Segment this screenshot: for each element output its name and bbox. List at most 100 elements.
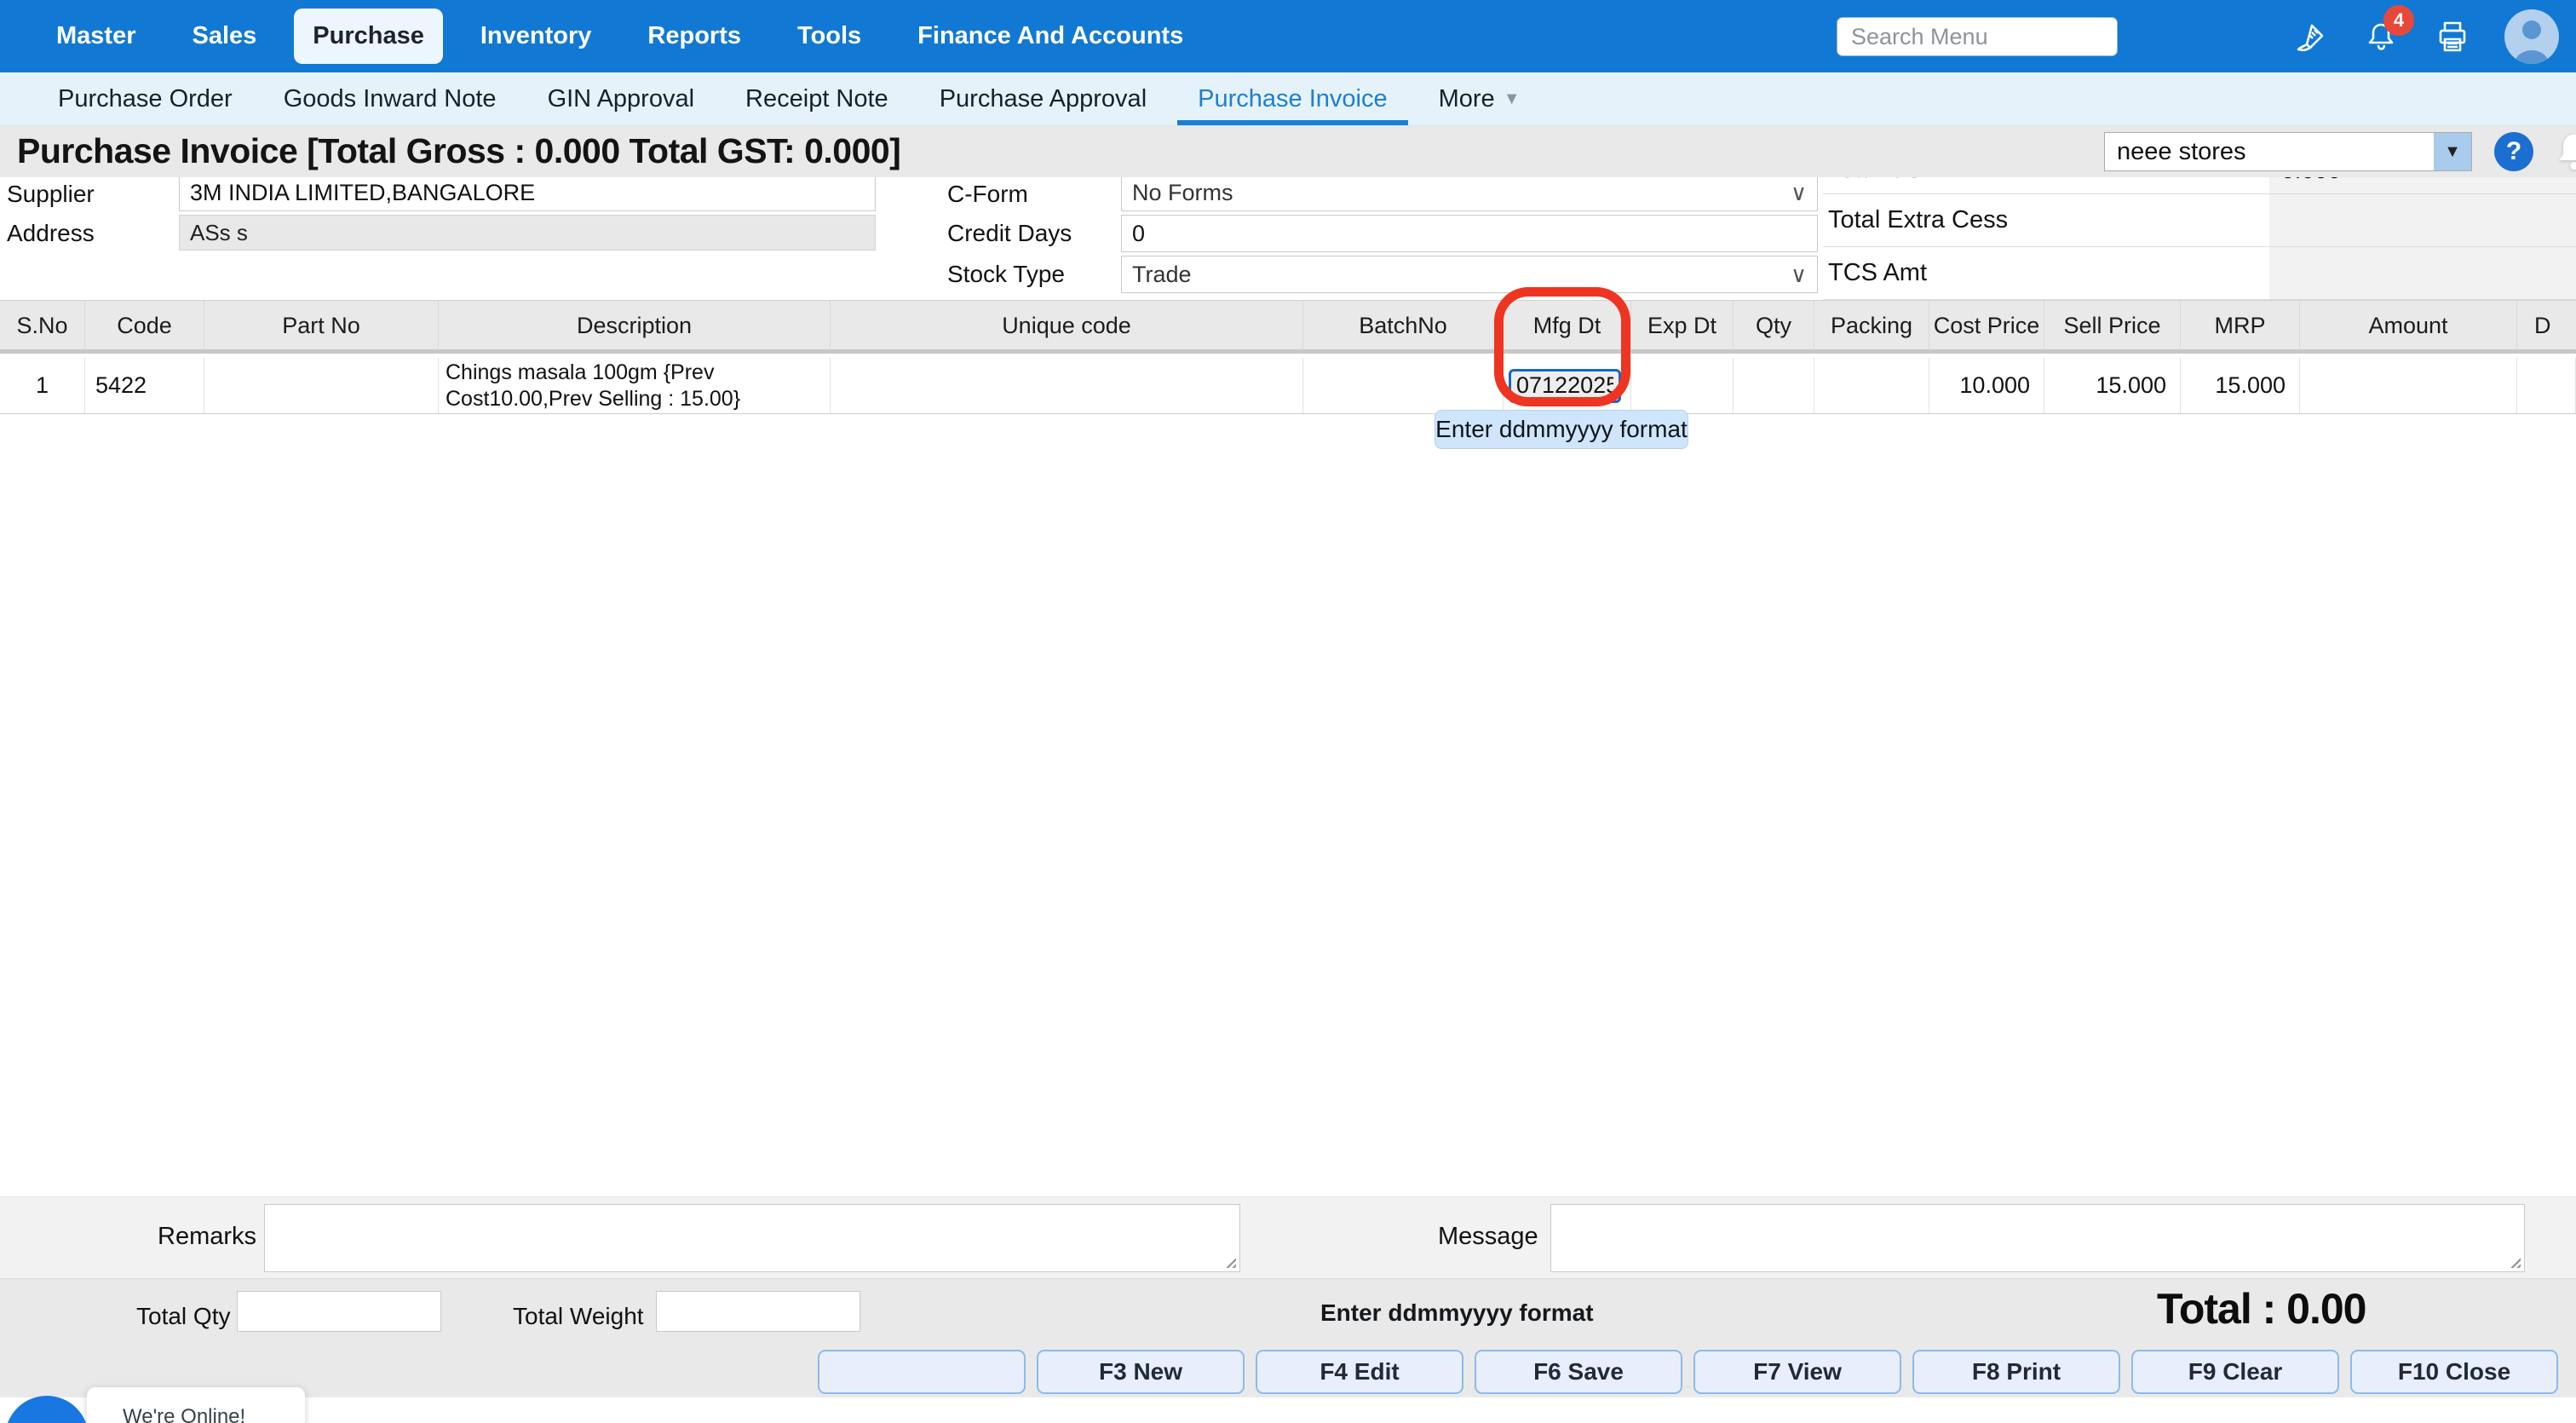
- tab-receipt-note[interactable]: Receipt Note: [720, 72, 914, 125]
- nav-item-tools[interactable]: Tools: [779, 9, 880, 64]
- cform-value: No Forms: [1132, 180, 1233, 206]
- cell-code: 5422: [85, 358, 204, 413]
- tab-more-label: More: [1439, 85, 1495, 113]
- store-selector-value: neee stores: [2105, 138, 2434, 166]
- search-menu-wrap: [1837, 17, 2118, 56]
- help-icon[interactable]: ?: [2494, 132, 2533, 171]
- store-selector[interactable]: neee stores ▼: [2104, 132, 2472, 171]
- f4-edit-button[interactable]: F4 Edit: [1256, 1350, 1463, 1394]
- tab-purchase-approval[interactable]: Purchase Approval: [914, 72, 1172, 125]
- col-header-amount: Amount: [2300, 301, 2517, 350]
- cell-mrp: 15.000: [2181, 358, 2300, 413]
- col-header-disc: D: [2517, 301, 2576, 350]
- message-label: Message: [1438, 1223, 1538, 1251]
- chevron-down-icon: ∨: [1791, 180, 1807, 206]
- printer-icon[interactable]: [2433, 17, 2472, 56]
- nav-item-purchase[interactable]: Purchase: [294, 9, 443, 64]
- cell-disc: [2517, 358, 2576, 413]
- col-header-exp-dt: Exp Dt: [1631, 301, 1734, 350]
- total-extra-cess-value: [2269, 194, 2576, 246]
- theme-brush-icon[interactable]: [2290, 17, 2329, 56]
- tab-more[interactable]: More ▼: [1413, 72, 1546, 125]
- tcs-amt-value: [2269, 247, 2576, 299]
- nav-item-inventory[interactable]: Inventory: [462, 9, 611, 64]
- col-header-description: Description: [439, 301, 831, 350]
- nav-item-finance-and-accounts[interactable]: Finance And Accounts: [899, 9, 1202, 64]
- address-label: Address: [7, 220, 95, 247]
- total-weight-input[interactable]: [656, 1291, 860, 1332]
- totals-bar: Total Qty Total Weight Enter ddmmyyyy fo…: [0, 1278, 2576, 1397]
- total-weight-label: Total Weight: [513, 1303, 644, 1330]
- cell-sell-price: 15.000: [2044, 358, 2181, 413]
- total-qty-label: Total Qty: [136, 1303, 230, 1330]
- cell-amount: [2300, 358, 2517, 413]
- user-avatar[interactable]: [2504, 9, 2559, 64]
- cell-qty: [1734, 358, 1814, 413]
- store-dropdown-arrow-icon[interactable]: ▼: [2434, 133, 2471, 170]
- nav-item-reports[interactable]: Reports: [629, 9, 760, 64]
- tab-gin-approval[interactable]: GIN Approval: [522, 72, 720, 125]
- col-header-batch-no: BatchNo: [1303, 301, 1504, 350]
- mfg-dt-input[interactable]: [1509, 369, 1621, 403]
- blank-button[interactable]: [818, 1350, 1026, 1394]
- cform-select[interactable]: No Forms ∨: [1121, 174, 1818, 211]
- cell-sno: 1: [0, 358, 85, 413]
- col-header-code: Code: [85, 301, 204, 350]
- col-header-mrp: MRP: [2181, 301, 2300, 350]
- items-table-header: S.No Code Part No Description Unique cod…: [0, 300, 2576, 354]
- notification-count-badge: 4: [2383, 5, 2414, 36]
- mfg-dt-tooltip: Enter ddmmyyyy format: [1435, 410, 1688, 449]
- table-row: 1 5422 Chings masala 100gm {Prev Cost10.…: [0, 358, 2576, 414]
- credit-days-input[interactable]: [1121, 215, 1818, 252]
- cell-batch-no: [1303, 358, 1504, 413]
- cell-mfg-dt: [1504, 358, 1631, 413]
- cell-packing: [1814, 358, 1929, 413]
- remarks-label: Remarks: [158, 1223, 256, 1251]
- chat-status-bubble[interactable]: We're Online!: [87, 1387, 305, 1423]
- purchase-subnav: Purchase Order Goods Inward Note GIN App…: [0, 72, 2576, 126]
- col-header-cost-price: Cost Price: [1929, 301, 2044, 350]
- tab-purchase-invoice[interactable]: Purchase Invoice: [1172, 72, 1412, 125]
- top-icons: 4: [2290, 0, 2559, 72]
- grand-total: Total : 0.00: [2157, 1284, 2366, 1334]
- f10-close-button[interactable]: F10 Close: [2350, 1350, 2558, 1394]
- chevron-down-icon: ▼: [1504, 89, 1521, 109]
- message-textarea[interactable]: [1550, 1204, 2525, 1272]
- notifications-bell-icon[interactable]: 4: [2361, 17, 2401, 56]
- col-header-qty: Qty: [1734, 301, 1814, 350]
- total-qty-input[interactable]: [237, 1291, 441, 1332]
- floating-bell-icon[interactable]: [2550, 128, 2576, 180]
- tcs-amt-row: TCS Amt: [1823, 247, 2576, 300]
- supplier-label: Supplier: [7, 181, 95, 208]
- page-title: Purchase Invoice [Total Gross : 0.000 To…: [17, 131, 900, 171]
- cell-exp-dt: [1631, 358, 1734, 413]
- top-nav-items: Master Sales Purchase Inventory Reports …: [0, 9, 1202, 64]
- f9-clear-button[interactable]: F9 Clear: [2131, 1350, 2339, 1394]
- remarks-section: Remarks Message: [0, 1196, 2576, 1278]
- address-value: ASs s: [179, 215, 876, 251]
- title-bar: Purchase Invoice [Total Gross : 0.000 To…: [0, 126, 2576, 177]
- search-menu-input[interactable]: [1837, 17, 2118, 56]
- cell-cost-price: 10.000: [1929, 358, 2044, 413]
- col-header-packing: Packing: [1814, 301, 1929, 350]
- cell-description: Chings masala 100gm {Prev Cost10.00,Prev…: [439, 358, 831, 413]
- nav-item-sales[interactable]: Sales: [174, 9, 276, 64]
- f7-view-button[interactable]: F7 View: [1693, 1350, 1901, 1394]
- total-extra-cess-row: Total Extra Cess: [1823, 194, 2576, 247]
- stock-type-value: Trade: [1132, 262, 1192, 288]
- tab-purchase-order[interactable]: Purchase Order: [32, 72, 258, 125]
- col-header-sno: S.No: [0, 301, 85, 350]
- tab-goods-inward-note[interactable]: Goods Inward Note: [258, 72, 522, 125]
- nav-item-master[interactable]: Master: [37, 9, 155, 64]
- f6-save-button[interactable]: F6 Save: [1475, 1350, 1682, 1394]
- chevron-down-icon: ∨: [1791, 262, 1807, 288]
- stock-type-select[interactable]: Trade ∨: [1121, 256, 1818, 293]
- remarks-textarea[interactable]: [264, 1204, 1240, 1272]
- col-header-mfg-dt: Mfg Dt: [1504, 301, 1631, 350]
- f3-new-button[interactable]: F3 New: [1037, 1350, 1245, 1394]
- supplier-input[interactable]: [179, 174, 876, 211]
- status-message: Enter ddmmyyyy format: [1320, 1299, 1594, 1327]
- f8-print-button[interactable]: F8 Print: [1912, 1350, 2120, 1394]
- cell-unique-code: [831, 358, 1303, 413]
- chat-launcher-icon[interactable]: [5, 1396, 89, 1423]
